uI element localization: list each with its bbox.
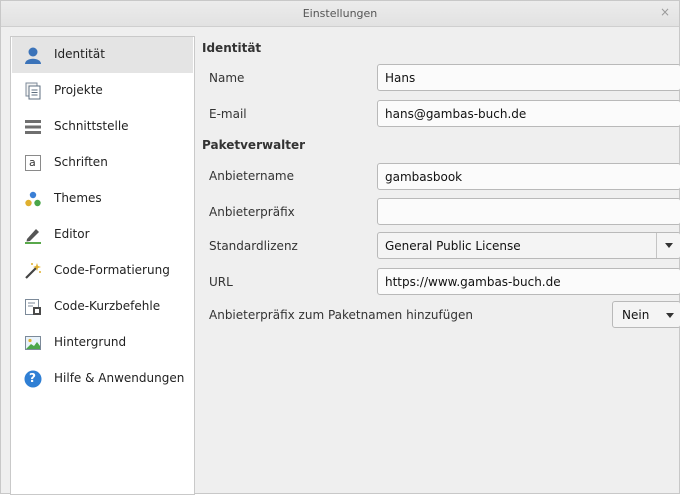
license-dropdown-button[interactable] [656,233,680,258]
sidebar-item-schnittstelle[interactable]: Schnittstelle [12,109,193,145]
sidebar-item-projekte[interactable]: Projekte [12,73,193,109]
sidebar-item-label: Hintergrund [54,335,127,349]
sidebar-item-identitaet[interactable]: Identität [12,37,193,73]
background-image-icon [25,336,41,350]
sidebar-item-hilfe[interactable]: ? Hilfe & Anwendungen [12,361,193,397]
themes-icon [25,191,41,207]
url-label: URL [209,275,233,289]
sidebar-item-label: Schriften [54,155,108,169]
shortcuts-icon [25,299,41,315]
sidebar-item-label: Code-Formatierung [54,263,170,277]
add-prefix-value: Nein [622,308,650,322]
help-icon-glyph: ? [29,371,36,385]
sidebar-item-label: Identität [54,47,105,61]
sidebar-item-label: Schnittstelle [54,119,129,133]
sidebar-item-code-kurzbefehle[interactable]: Code-Kurzbefehle [12,289,193,325]
sidebar-item-label: Editor [54,227,90,241]
sidebar-item-themes[interactable]: Themes [12,181,193,217]
email-field[interactable]: hans@gambas-buch.de [377,100,680,127]
add-prefix-select[interactable]: Nein [612,301,680,328]
sidebar-item-code-formatierung[interactable]: Code-Formatierung [12,253,193,289]
window-title: Einstellungen [302,7,378,20]
vendor-name-label: Anbietername [209,169,294,183]
sidebar-item-label: Hilfe & Anwendungen [54,371,185,385]
default-license-label: Standardlizenz [209,239,298,253]
sidebar-item-label: Code-Kurzbefehle [54,299,161,313]
default-license-value: General Public License [385,239,521,253]
settings-window: Einstellungen × Identität Projekte Schni… [0,0,680,495]
sidebar-item-label: Projekte [54,83,103,97]
sidebar-item-label: Themes [54,191,102,205]
settings-sidebar: Identität Projekte Schnittstelle a Schri… [10,36,195,495]
packager-heading: Paketverwalter [202,138,306,152]
title-bar: Einstellungen × [1,1,679,27]
project-icon [25,82,41,100]
editor-icon [25,229,41,244]
vendor-prefix-label: Anbieterpräfix [209,205,295,219]
email-label: E-mail [209,107,247,121]
default-license-select[interactable]: General Public License [377,232,680,259]
settings-content: Identität Name Hans E-mail hans@gambas-b… [202,36,680,495]
user-icon [25,47,41,64]
url-field[interactable]: https://www.gambas-buch.de [377,268,680,295]
vendor-name-field[interactable]: gambasbook [377,163,680,190]
name-field[interactable]: Hans [377,64,680,91]
font-icon-glyph: a [29,156,36,169]
vendor-prefix-field[interactable] [377,198,680,225]
sidebar-item-editor[interactable]: Editor [12,217,193,253]
identity-heading: Identität [202,41,262,55]
sidebar-item-hintergrund[interactable]: Hintergrund [12,325,193,361]
add-prefix-label: Anbieterpräfix zum Paketnamen hinzufügen [209,308,473,322]
close-icon[interactable]: × [660,5,670,19]
chevron-down-icon [665,243,673,248]
name-label: Name [209,71,245,85]
chevron-down-icon [666,313,674,318]
sidebar-item-schriften[interactable]: a Schriften [12,145,193,181]
interface-icon [25,120,41,134]
magic-wand-icon [25,263,41,279]
